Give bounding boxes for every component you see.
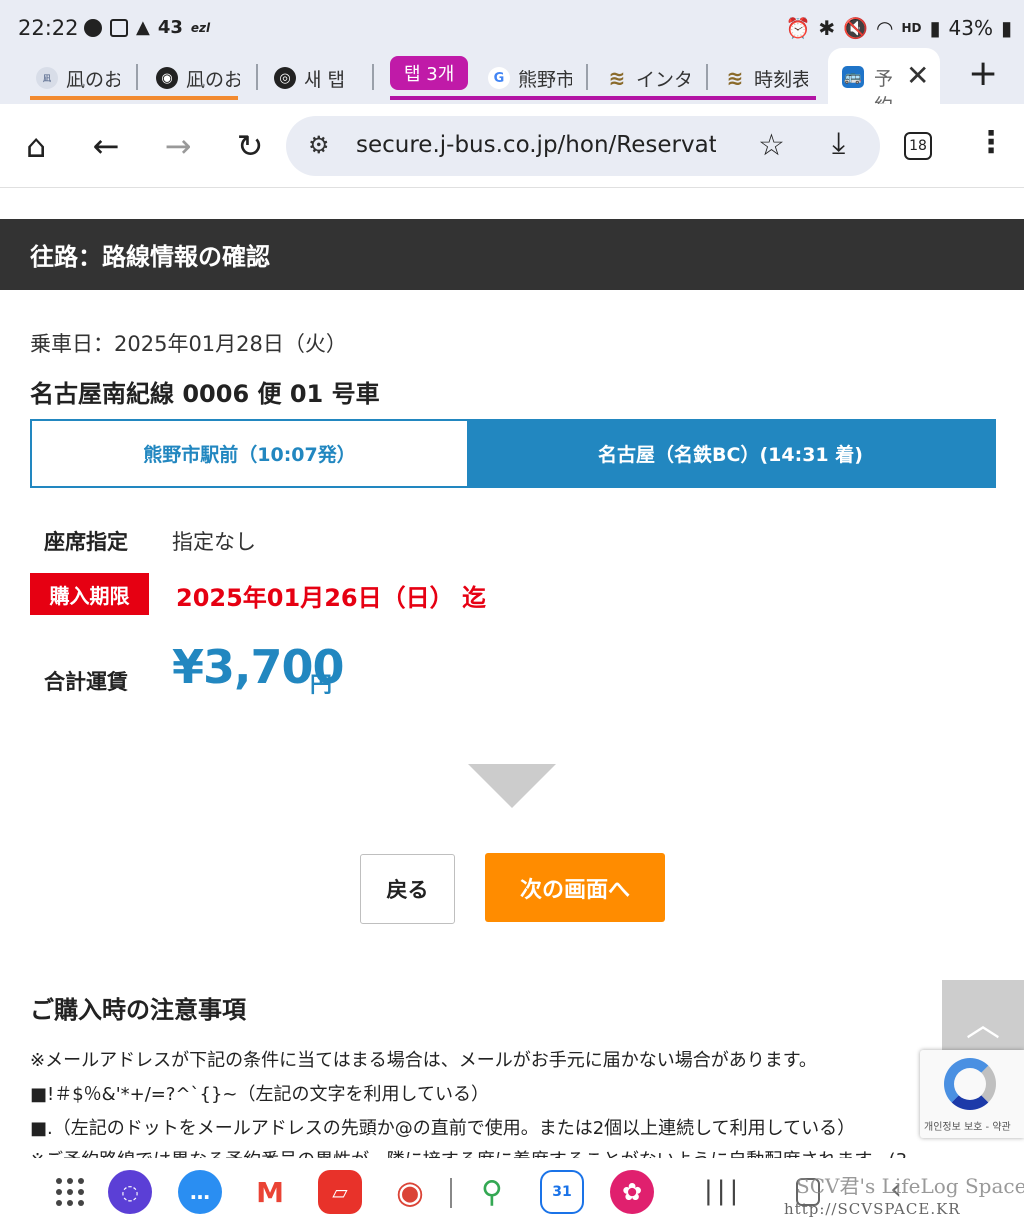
back-arrow-icon[interactable]: ←: [84, 124, 128, 168]
bookmark-star-icon[interactable]: ☆: [758, 128, 785, 163]
chevron-up-icon: ︿: [966, 1004, 1000, 1045]
tab-divider: [706, 64, 708, 90]
status-left-icons: ▲ 43 ezl: [84, 17, 210, 38]
notes-app-icon[interactable]: ▱: [318, 1170, 362, 1214]
tab-label: 時刻表: [754, 68, 808, 91]
google-icon: G: [488, 67, 510, 89]
overflow-menu-icon[interactable]: ⋮: [976, 128, 1006, 158]
tab-label: 凪のお: [66, 68, 120, 91]
recaptcha-text[interactable]: 개인정보 보호 - 약관: [924, 1118, 1011, 1133]
tab-divider: [256, 64, 258, 90]
tab-label: 熊野市: [518, 68, 572, 91]
section-title: 往路：路線情報の確認: [0, 219, 1024, 290]
status-time: 22:22: [18, 16, 79, 40]
tab-2[interactable]: ◉ 凪のお: [156, 58, 240, 98]
down-arrow-icon: [468, 764, 556, 808]
dnd-icon: [84, 18, 102, 37]
image-icon: [110, 18, 128, 37]
site-favicon-icon: 凪: [36, 67, 58, 89]
watermark-title: SCV君's LifeLog Space: [796, 1174, 1024, 1198]
chrome-icon: ◎: [274, 67, 296, 89]
calendar-icon[interactable]: 31: [540, 1170, 584, 1214]
status-right-icons: ⏰ ✱ 🔇 ◠ HD ▮ 43% ▮: [785, 16, 1012, 40]
bluetooth-icon: ✱: [818, 16, 836, 40]
tab-strip: 凪 凪のお ◉ 凪のお ◎ 새 탭 탭 3개 G 熊野市 ≋ インタ ≋ 時刻表…: [0, 48, 1024, 117]
notes-line: ■!＃$％&'*+/=?^`{}~（左記の文字を利用している）: [30, 1084, 489, 1105]
tab-3[interactable]: ◎ 새 탭: [274, 58, 358, 98]
recent-apps-icon[interactable]: |||: [704, 1176, 742, 1206]
internet-browser-icon[interactable]: ◌: [108, 1170, 152, 1214]
seat-label: 座席指定: [44, 530, 128, 554]
home-icon[interactable]: ⌂: [14, 124, 58, 168]
gmail-icon[interactable]: M: [248, 1170, 292, 1214]
tab-group-chip[interactable]: 탭 3개: [390, 56, 469, 90]
fare-unit: 円: [310, 673, 333, 698]
notes-line: ■.（左記のドットをメールアドレスの先頭か@の直前で使用。または2個以上連続して…: [30, 1118, 856, 1139]
tab-5[interactable]: ≋ インタ: [606, 58, 690, 98]
route-stops: 熊野市駅前（10:07発） 名古屋（名鉄BC）(14:31 着): [30, 419, 996, 488]
url-text[interactable]: secure.j-bus.co.jp/hon/Reservation: [356, 132, 716, 158]
network-label: HD: [901, 21, 922, 35]
departure-stop: 熊野市駅前（10:07発）: [32, 421, 467, 486]
tab-4[interactable]: G 熊野市: [488, 58, 572, 98]
status-app-label: ezl: [190, 20, 211, 35]
deadline-value: 2025年01月26日（日） 迄: [176, 584, 486, 612]
browser-toolbar: ⌂ ← → ↻ ⚙ secure.j-bus.co.jp/hon/Reserva…: [0, 104, 1024, 188]
download-icon[interactable]: ⤓: [832, 126, 845, 161]
recaptcha-icon: [944, 1058, 996, 1110]
new-tab-button[interactable]: +: [968, 54, 998, 94]
tab-1[interactable]: 凪 凪のお: [36, 58, 120, 98]
address-bar[interactable]: ⚙ secure.j-bus.co.jp/hon/Reservation ☆ ⤓: [286, 116, 880, 176]
wifi-icon: ◠: [876, 16, 894, 40]
alarm-icon: ⏰: [785, 16, 811, 40]
next-button[interactable]: 次の画面へ: [485, 853, 665, 922]
globe-icon: ◉: [156, 67, 178, 89]
arrival-stop: 名古屋（名鉄BC）(14:31 着): [467, 421, 994, 486]
notes-line: ※メールアドレスが下記の条件に当てはまる場合は、メールがお手元に届かない場合があ…: [30, 1050, 817, 1071]
tab-label: 凪のお: [186, 68, 240, 91]
tab-divider: [586, 64, 588, 90]
route-name: 名古屋南紀線 0006 便 01 号車: [30, 380, 380, 408]
mute-icon: 🔇: [843, 16, 869, 40]
forward-arrow-icon[interactable]: →: [156, 124, 200, 168]
tab-label: インタ: [636, 68, 690, 91]
tab-group-indicator-orange: [30, 96, 238, 100]
tab-active[interactable]: 🚌 予約 ✕: [828, 48, 940, 117]
signal-icon: ▮: [929, 16, 941, 40]
close-tab-icon[interactable]: ✕: [906, 59, 929, 92]
watermark-url: http://SCVSPACE.KR: [784, 1200, 961, 1218]
battery-level: 43%: [948, 16, 993, 40]
ride-date: 乗車日：2025年01月28日（火）: [30, 332, 347, 356]
tab-group-indicator: [390, 96, 816, 100]
tab-label: 새 탭: [304, 68, 345, 91]
tab-divider: [372, 64, 374, 90]
status-badge: 43: [157, 17, 183, 38]
warning-icon: ▲: [136, 17, 150, 38]
chrome-app-icon[interactable]: ◉: [388, 1170, 432, 1214]
bus-icon: 🚌: [842, 66, 864, 88]
app-drawer-icon[interactable]: [56, 1178, 84, 1206]
battery-icon: ▮: [1000, 16, 1012, 40]
maps-icon[interactable]: ⚲: [470, 1170, 514, 1214]
tab-6[interactable]: ≋ 時刻表: [724, 58, 808, 98]
site-settings-icon[interactable]: ⚙: [308, 131, 330, 159]
recaptcha-badge[interactable]: 개인정보 보호 - 약관: [920, 1050, 1024, 1138]
deadline-badge: 購入期限: [30, 573, 149, 615]
dock-divider: [450, 1178, 452, 1208]
site-favicon-icon: ≋: [608, 66, 626, 90]
notes-title: ご購入時の注意事項: [30, 996, 246, 1024]
gallery-icon[interactable]: ✿: [610, 1170, 654, 1214]
tab-switcher-button[interactable]: 18: [904, 132, 932, 160]
site-favicon-icon: ≋: [726, 66, 744, 90]
messages-icon[interactable]: …: [178, 1170, 222, 1214]
fare-label: 合計運賃: [44, 670, 128, 694]
reload-icon[interactable]: ↻: [228, 124, 272, 168]
notes-line: ※ご予約路線では異なる予約番号の異性が、隣に接する席に着席することがないように自…: [30, 1146, 907, 1158]
back-button[interactable]: 戻る: [360, 854, 455, 924]
tab-divider: [136, 64, 138, 90]
seat-value: 指定なし: [172, 530, 256, 554]
